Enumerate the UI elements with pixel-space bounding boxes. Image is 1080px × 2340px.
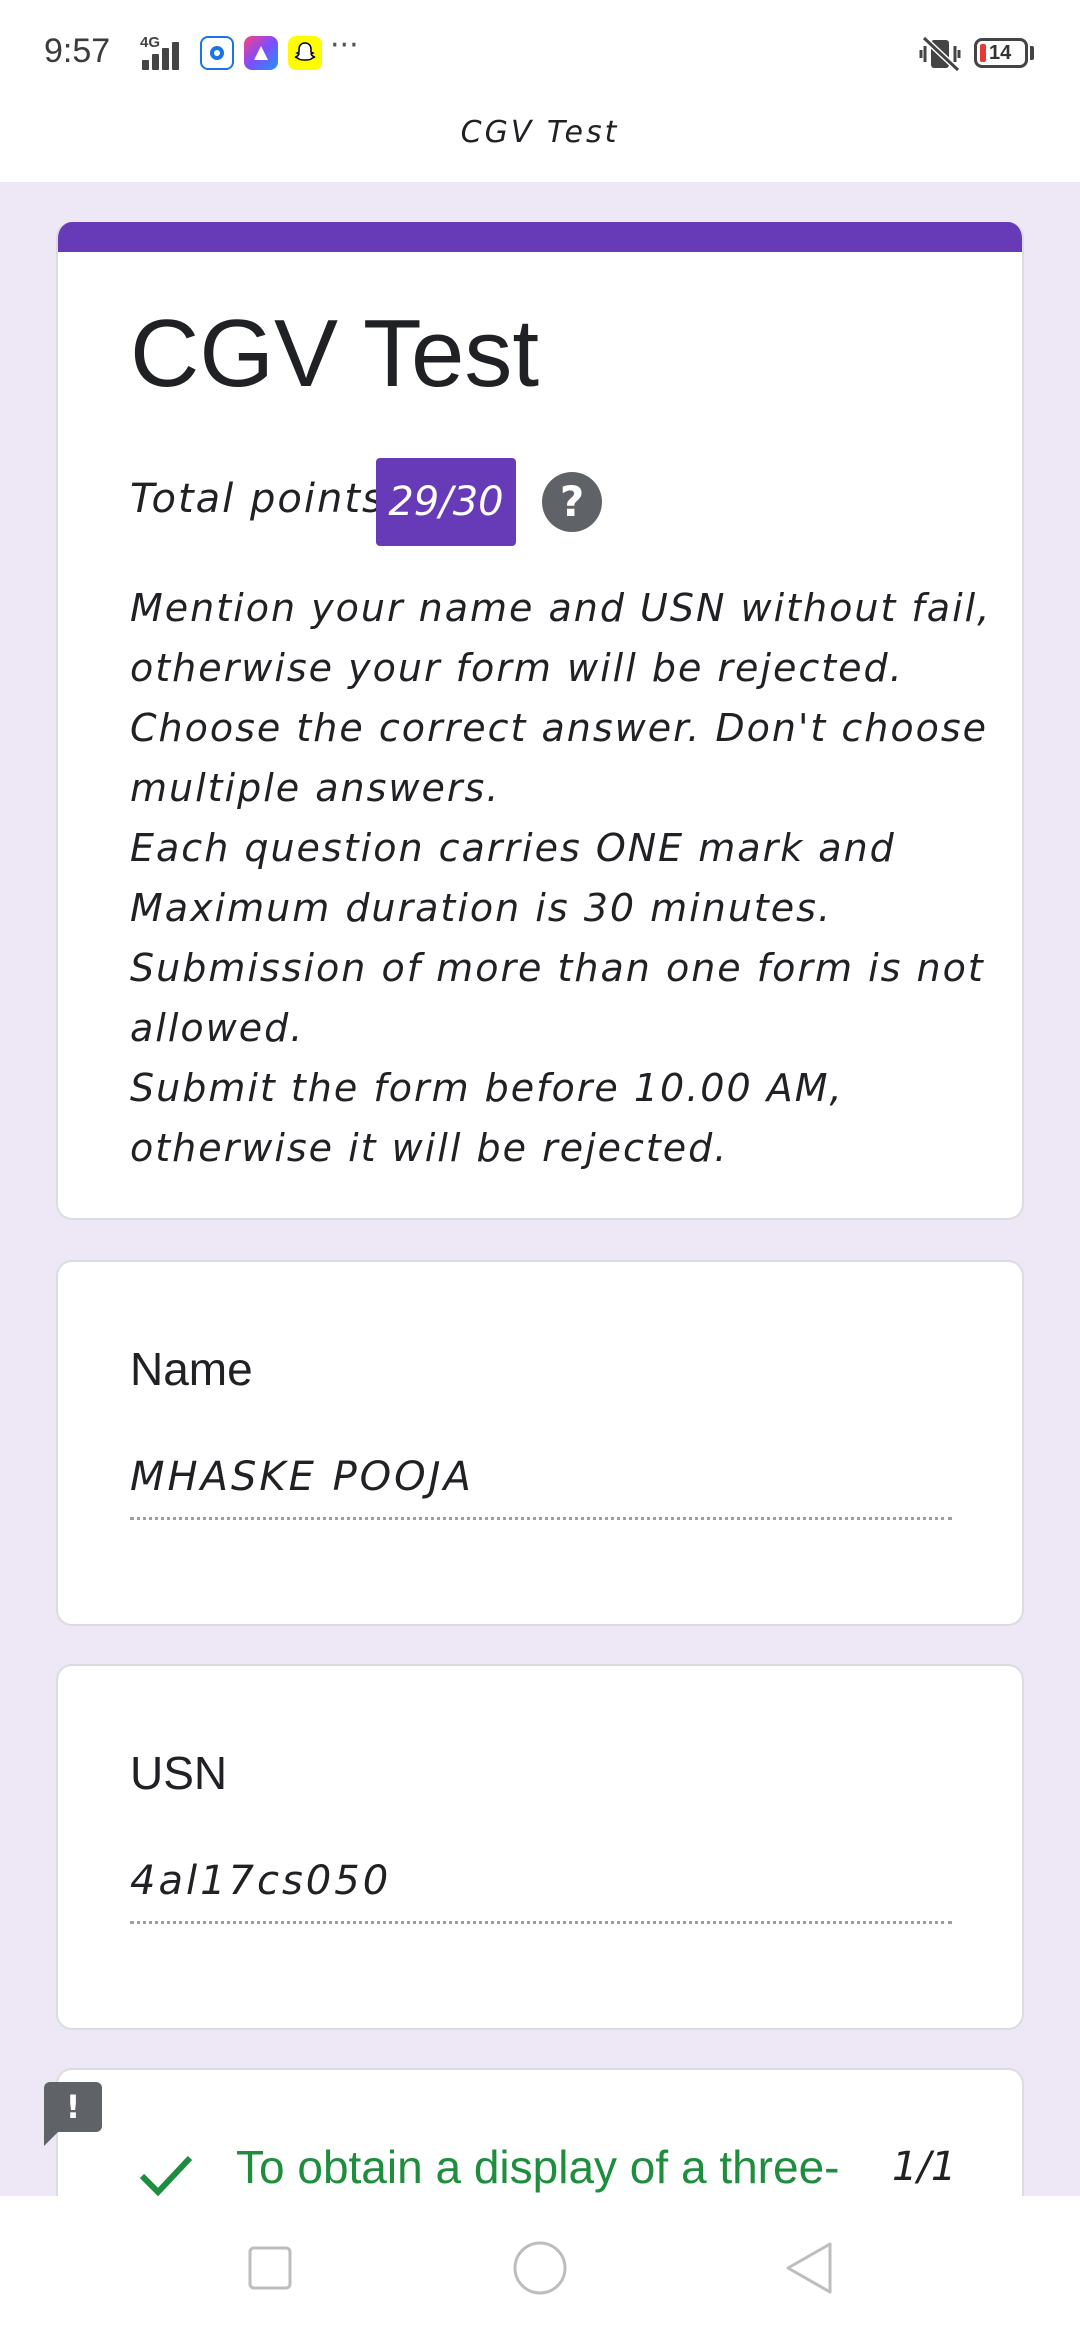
back-button[interactable]: [782, 2240, 838, 2296]
status-time: 9:57: [44, 32, 111, 70]
question-text: To obtain a display of a three-: [236, 2141, 840, 2193]
description-line: otherwise your form will be rejected.: [130, 646, 904, 690]
question-card: To obtain a display of a three- 1/1: [56, 2068, 1024, 2196]
form-content[interactable]: CGV Test Total points 29/30 ? Mention yo…: [0, 182, 1080, 2196]
form-header-card: CGV Test Total points 29/30 ? Mention yo…: [56, 222, 1024, 1220]
description-line: Maximum duration is 30 minutes.: [130, 886, 833, 930]
description-line: multiple answers.: [130, 766, 501, 810]
accent-bar: [58, 222, 1022, 252]
usn-answer: 4al17cs050: [130, 1858, 952, 1924]
description-line: otherwise it will be rejected.: [130, 1126, 729, 1170]
description-line: Submit the form before 10.00 AM,: [130, 1066, 844, 1110]
battery-level: 14: [989, 42, 1012, 64]
form-description: Mention your name and USN without fail, …: [130, 578, 992, 1178]
network-type: 4G: [140, 34, 161, 51]
score-badge: 29/30: [376, 458, 516, 546]
total-points-label: Total points: [130, 476, 385, 522]
snapchat-app-icon: [288, 36, 322, 70]
gallery-app-icon: [244, 36, 278, 70]
usn-label: USN: [130, 1747, 228, 1799]
vibrate-mute-icon: [919, 35, 961, 73]
more-notifications-icon: ···: [330, 28, 359, 63]
correct-check-icon: [139, 2155, 193, 2196]
help-icon[interactable]: ?: [542, 472, 602, 532]
signal-icon: 4G: [132, 34, 190, 70]
report-feedback-button[interactable]: !: [44, 2082, 102, 2146]
name-answer: MHASKE POOJA: [130, 1454, 952, 1520]
name-question-card: Name MHASKE POOJA: [56, 1260, 1024, 1626]
usn-question-card: USN 4al17cs050: [56, 1664, 1024, 2030]
recent-apps-button[interactable]: [242, 2240, 298, 2296]
description-line: Mention your name and USN without fail,: [130, 586, 992, 630]
battery-icon: 14: [974, 38, 1028, 68]
name-label: Name: [130, 1343, 253, 1395]
description-line: Choose the correct answer. Don't choose: [130, 706, 989, 750]
page-title: CGV Test: [460, 115, 620, 150]
description-line: Each question carries ONE mark and: [130, 826, 896, 870]
question-score: 1/1: [892, 2144, 957, 2190]
description-line: allowed.: [130, 1006, 305, 1050]
description-line: Submission of more than one form is not: [130, 946, 985, 990]
home-button[interactable]: [512, 2240, 568, 2296]
form-title: CGV Test: [130, 300, 540, 407]
navigation-bar: [0, 2196, 1080, 2340]
status-bar: 9:57 4G ··· 14: [0, 0, 1080, 108]
browser-app-icon: [200, 36, 234, 70]
